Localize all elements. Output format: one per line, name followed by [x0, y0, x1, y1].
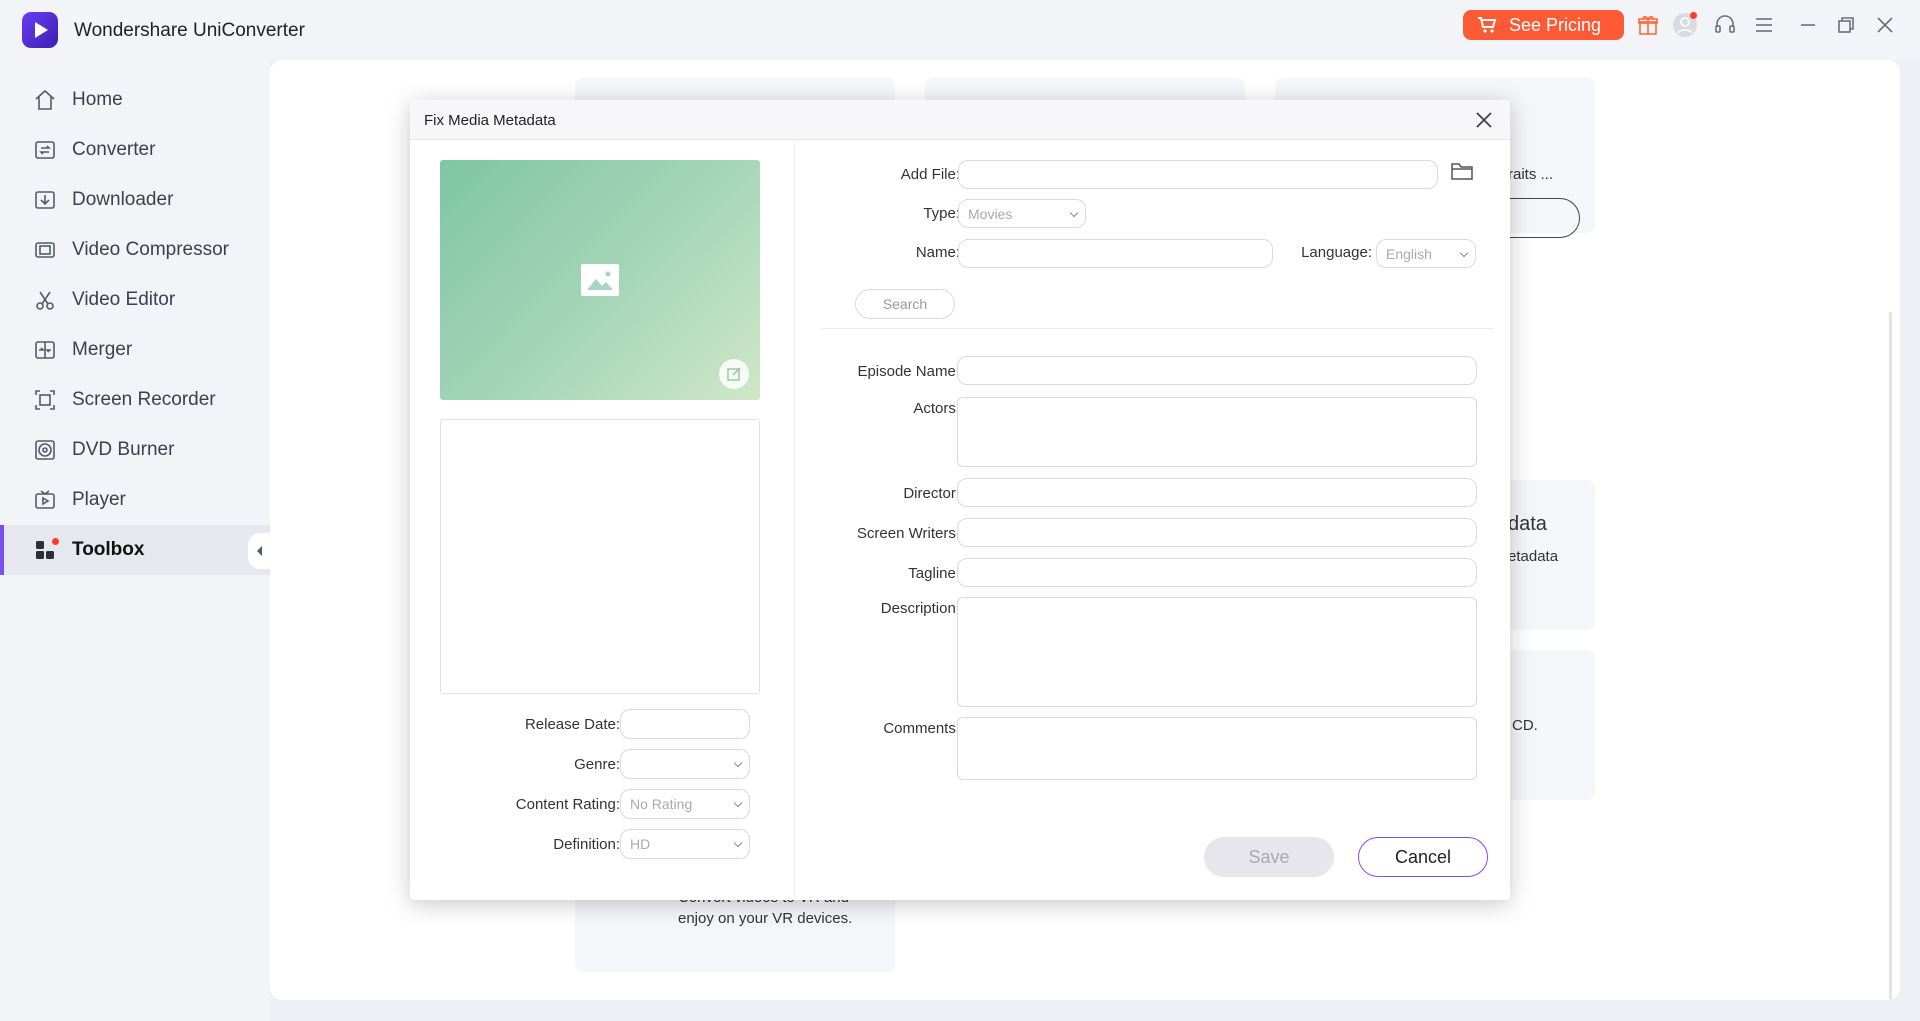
release-date-label: Release Date: [524, 716, 620, 733]
chevron-down-icon [1459, 248, 1469, 257]
chevron-down-icon [1069, 208, 1079, 217]
chevron-down-icon [733, 798, 743, 808]
episode-name-field[interactable] [957, 356, 1477, 385]
genre-label: Genre: [574, 756, 620, 773]
edit-cover-button[interactable] [719, 359, 749, 389]
cancel-button[interactable]: Cancel [1358, 837, 1488, 877]
episode-name-label: Episode Name: [857, 363, 960, 380]
info-panel [440, 419, 760, 694]
fix-media-metadata-dialog: Fix Media Metadata Release Date: Genre: … [410, 100, 1510, 900]
type-select[interactable]: Movies [958, 199, 1086, 228]
search-button[interactable]: Search [855, 289, 955, 319]
dialog-title: Fix Media Metadata [424, 112, 556, 129]
language-label: Language: [1301, 244, 1372, 261]
comments-field[interactable] [957, 717, 1477, 780]
language-select[interactable]: English [1376, 239, 1476, 268]
tagline-field[interactable] [957, 558, 1477, 587]
edit-icon [727, 367, 741, 381]
release-date-field[interactable] [620, 709, 750, 739]
name-label: Name: [915, 244, 960, 261]
screen-writers-field[interactable] [957, 518, 1477, 547]
definition-label: Definition: [553, 836, 620, 853]
dialog-header: Fix Media Metadata [410, 100, 1510, 140]
content-rating-select[interactable]: No Rating [620, 789, 750, 819]
definition-select[interactable]: HD [620, 829, 750, 859]
add-file-field[interactable] [958, 160, 1438, 189]
actors-field[interactable] [957, 397, 1477, 467]
save-button[interactable]: Save [1204, 837, 1334, 877]
type-label: Type: [923, 205, 960, 222]
definition-value: HD [630, 836, 651, 852]
genre-select[interactable] [620, 749, 750, 779]
divider [794, 140, 795, 900]
actors-label: Actors: [913, 400, 960, 417]
screen-writers-label: Screen Writers: [856, 525, 960, 542]
chevron-down-icon [733, 838, 743, 848]
cover-thumbnail [440, 160, 760, 400]
language-value: English [1386, 245, 1432, 262]
folder-icon[interactable] [1450, 160, 1476, 184]
director-label: Director: [903, 485, 960, 502]
add-file-label: Add File: [900, 166, 960, 183]
content-rating-label: Content Rating: [515, 796, 620, 813]
name-field[interactable] [958, 239, 1273, 268]
image-placeholder-icon [581, 264, 619, 296]
chevron-down-icon [733, 758, 743, 768]
type-value: Movies [968, 205, 1013, 222]
description-label: Description: [880, 600, 960, 617]
content-rating-value: No Rating [630, 796, 693, 812]
description-field[interactable] [957, 597, 1477, 707]
divider [822, 328, 1494, 329]
tagline-label: Tagline: [908, 565, 960, 582]
close-icon[interactable] [1474, 110, 1494, 130]
director-field[interactable] [957, 478, 1477, 507]
comments-label: Comments: [883, 720, 960, 737]
